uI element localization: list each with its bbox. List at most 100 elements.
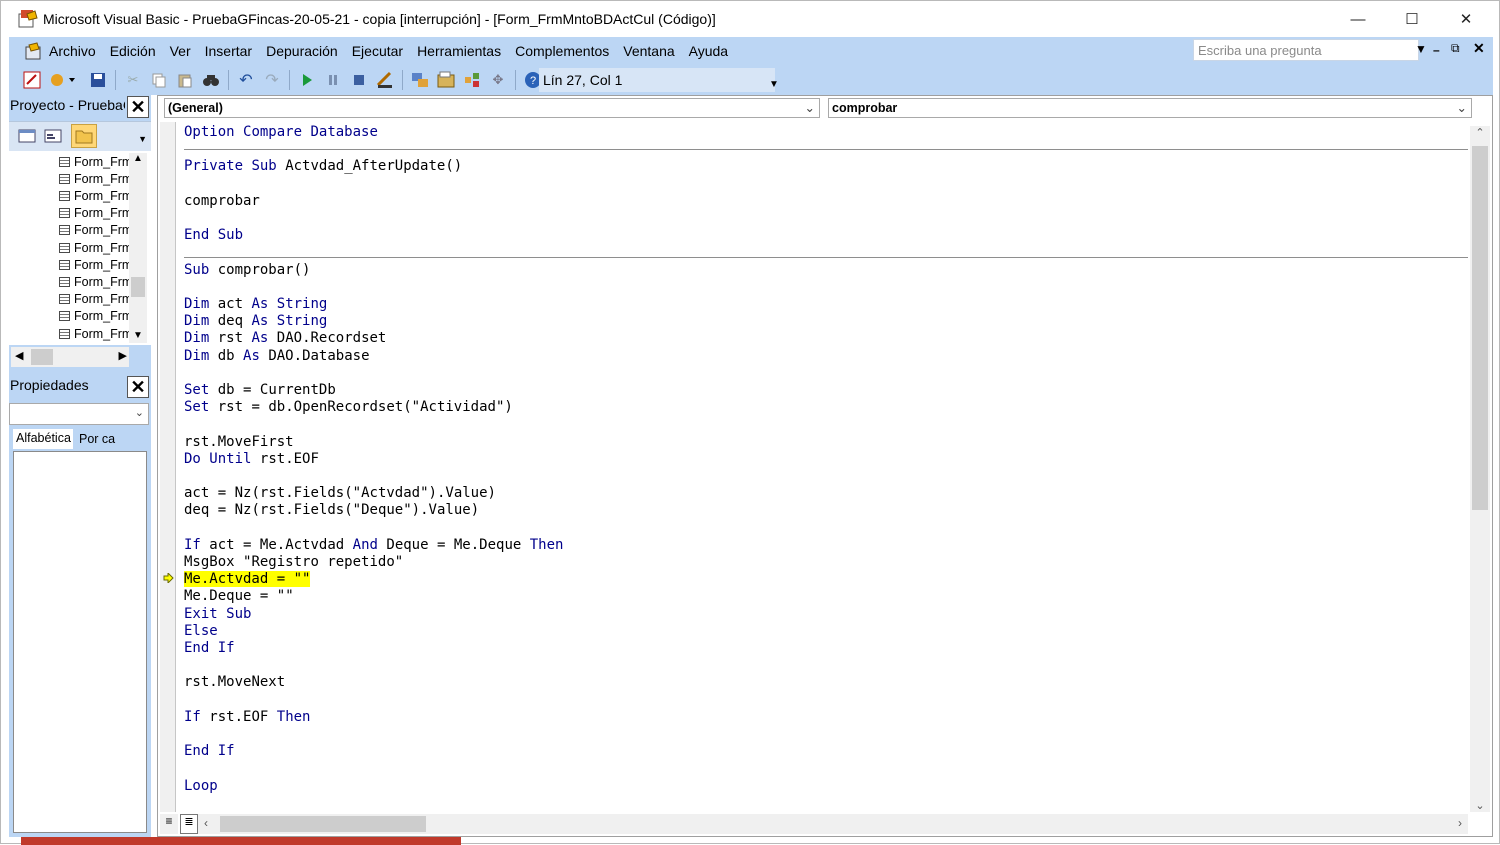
menu-complementos[interactable]: Complementos [515,43,609,59]
full-module-view-button[interactable]: ≣ [180,814,198,834]
tree-item-form[interactable]: Form_Frm [59,170,132,187]
code-hscroll[interactable]: ‹ › [198,814,1468,834]
code-line[interactable]: Me.Deque = "" [184,588,294,605]
maximize-button[interactable]: ☐ [1385,1,1439,37]
minimize-button[interactable]: — [1331,1,1385,37]
tree-item-form[interactable]: Form_Frm [59,239,132,256]
procedure-view-button[interactable]: ≡ [160,814,178,834]
project-explorer-icon[interactable] [410,70,430,90]
code-line[interactable]: If rst.EOF Then [184,709,310,726]
tree-item-form[interactable]: Form_Frm [59,187,132,204]
menu-edicion[interactable]: Edición [110,43,156,59]
close-button[interactable]: ✕ [1439,1,1493,37]
tree-item-form[interactable]: Form_Frm [59,273,132,290]
code-line[interactable]: End If [184,743,235,760]
chevron-down-icon[interactable]: ⌄ [135,406,144,419]
view-object-icon[interactable] [43,126,65,148]
code-line[interactable]: Private Sub Actvdad_AfterUpdate() [184,158,462,175]
tree-item-form[interactable]: Form_Frm [59,256,132,273]
code-line[interactable]: Sub comprobar() [184,262,310,279]
undo-icon[interactable]: ↶ [236,70,256,90]
toggle-folders-icon[interactable] [71,124,97,148]
scroll-up-icon[interactable]: ⌃ [1470,126,1490,139]
code-line[interactable]: End If [184,640,235,657]
menu-ventana[interactable]: Ventana [623,43,674,59]
close-properties-button[interactable]: ✕ [127,376,149,398]
view-access-icon[interactable] [22,70,42,90]
code-line[interactable]: MsgBox "Registro repetido" [184,554,403,571]
tab-alfabetica[interactable]: Alfabética [13,429,73,449]
code-line[interactable]: If act = Me.Actvdad And Deque = Me.Deque… [184,537,563,554]
close-project-explorer-button[interactable]: ✕ [127,96,149,118]
toolbar-options-icon[interactable]: ▼ [769,79,779,90]
code-line[interactable]: rst.MoveNext [184,674,285,691]
reset-icon[interactable] [349,70,369,90]
code-line[interactable]: comprobar [184,193,260,210]
find-icon[interactable] [201,70,221,90]
menu-ver[interactable]: Ver [170,43,191,59]
properties-object-select[interactable]: ⌄ [9,403,149,425]
mdi-restore-button[interactable]: ⧉ [1451,41,1460,56]
tree-item-form[interactable]: Form_Frm [59,222,132,239]
code-line[interactable]: act = Nz(rst.Fields("Actvdad").Value) [184,485,496,502]
code-line[interactable]: Exit Sub [184,606,251,623]
design-mode-icon[interactable] [375,70,395,90]
code-line[interactable]: Do Until rst.EOF [184,451,319,468]
toolbox-icon[interactable]: ✥ [488,70,508,90]
scroll-thumb[interactable] [131,277,145,297]
object-browser-icon[interactable] [462,70,482,90]
tree-item-form[interactable]: Form_Frm [59,325,132,342]
code-line[interactable]: Set db = CurrentDb [184,382,336,399]
scroll-thumb[interactable] [31,349,53,365]
mdi-close-button[interactable]: ✕ [1473,40,1485,57]
save-icon[interactable] [88,70,108,90]
menu-ejecutar[interactable]: Ejecutar [352,43,403,59]
properties-grid[interactable] [13,451,147,833]
project-tree-vscroll[interactable]: ▲ ▼ [129,153,147,343]
vba-menu-icon[interactable] [23,41,43,61]
code-line[interactable]: Loop [184,778,218,795]
chevron-down-icon[interactable]: ▼ [138,134,147,144]
scroll-down-icon[interactable]: ▼ [129,330,147,341]
code-line[interactable]: Dim act As String [184,296,327,313]
object-combo[interactable]: (General) ⌄ [164,98,820,118]
code-line[interactable]: Dim rst As DAO.Recordset [184,330,386,347]
break-icon[interactable] [323,70,343,90]
scroll-thumb[interactable] [220,816,426,832]
insert-module-icon[interactable] [48,70,82,90]
procedure-combo[interactable]: comprobar ⌄ [828,98,1472,118]
scroll-right-icon[interactable]: ▶ [119,349,127,362]
view-code-icon[interactable] [17,126,39,148]
code-editor[interactable]: Option Compare Database Private Sub Actvd… [184,124,1468,814]
mdi-minimize-button[interactable]: – [1433,43,1440,57]
menu-insertar[interactable]: Insertar [205,43,252,59]
tree-item-form[interactable]: Form_Frm [59,308,132,325]
menu-archivo[interactable]: Archivo [49,43,96,59]
run-icon[interactable] [297,70,317,90]
tab-por-categorias[interactable]: Por ca [77,431,137,449]
tree-item-form[interactable]: Form_Frm [59,291,132,308]
code-line[interactable]: Set rst = db.OpenRecordset("Actividad") [184,399,513,416]
code-line[interactable]: Me.Actvdad = "" [184,571,311,588]
tree-item-form[interactable]: Form_Frm [59,153,132,170]
scroll-up-icon[interactable]: ▲ [129,153,147,164]
scroll-left-icon[interactable]: ‹ [204,816,208,830]
code-line[interactable]: Option Compare Database [184,124,378,141]
scroll-down-icon[interactable]: ⌄ [1470,799,1490,812]
scroll-right-icon[interactable]: › [1458,816,1462,830]
menu-herramientas[interactable]: Herramientas [417,43,501,59]
scroll-thumb[interactable] [1472,146,1488,510]
project-tree-hscroll[interactable]: ◀ ▶ [11,347,129,367]
properties-window-icon[interactable] [436,70,456,90]
cut-icon[interactable]: ✂ [123,70,143,90]
menu-ayuda[interactable]: Ayuda [689,43,728,59]
paste-icon[interactable] [175,70,195,90]
code-vscroll[interactable]: ⌃ ⌄ [1470,126,1490,812]
ask-question-input[interactable]: Escriba una pregunta [1193,39,1419,61]
menu-depuracion[interactable]: Depuración [266,43,338,59]
margin-indicator-bar[interactable] [160,122,176,812]
code-line[interactable]: rst.MoveFirst [184,434,294,451]
code-line[interactable]: End Sub [184,227,243,244]
redo-icon[interactable]: ↷ [262,70,282,90]
code-line[interactable]: Dim db As DAO.Database [184,348,370,365]
